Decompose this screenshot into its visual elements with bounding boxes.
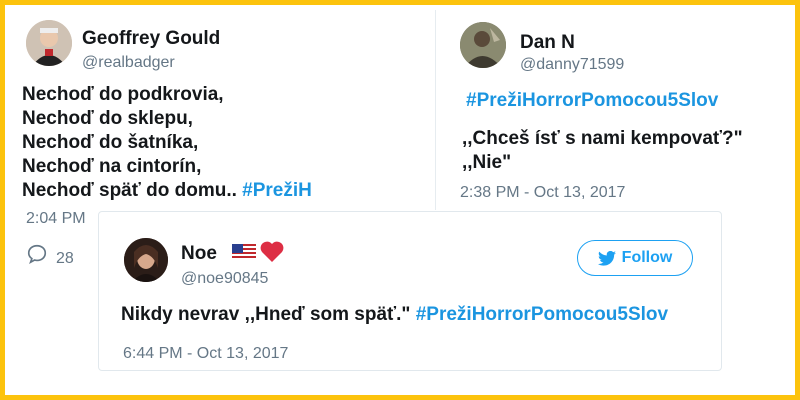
timestamp[interactable]: 2:38 PM - Oct 13, 2017 [460,184,625,202]
tweet-text-line-last: Nechoď späť do domu.. #PrežiH [22,180,312,202]
hashtag-link[interactable]: #PrežiHorrorPomocou5Slov [466,90,718,112]
avatar[interactable] [124,238,168,282]
tweet-text-line: Nechoď na cintorín, [22,156,202,177]
display-name[interactable]: Geoffrey Gould [82,28,220,50]
screenshot-frame: Geoffrey Gould @realbadger Nechoď do pod… [0,0,800,400]
tweet-noe: Noe @noe90845 Follow Nikdy nevrav ,,Hneď… [98,211,722,371]
reply-count: 28 [56,250,74,267]
tweet-text-line: Nechoď do sklepu, [22,108,193,129]
user-handle[interactable]: @realbadger [82,54,175,72]
tweet-dan-n: Dan N @danny71599 #PrežiHorrorPomocou5Sl… [436,10,795,210]
profile-photo-icon [26,20,72,66]
tweet-text-line: Nechoď do šatníka, [22,132,199,153]
tweet-text-line: ,,Chceš ísť s nami kempovať?" [462,128,743,149]
tweet-text: Nechoď späť do domu.. [22,180,237,201]
profile-photo-icon [124,238,168,282]
display-name[interactable]: Dan N [520,32,575,54]
user-handle[interactable]: @noe90845 [181,270,268,288]
follow-label: Follow [621,249,673,266]
twitter-bird-icon [597,250,616,266]
timestamp[interactable]: 2:04 PM [26,210,86,228]
tweet-text-line: Nikdy nevrav ,,Hneď som späť." #PrežiHor… [121,304,668,326]
avatar[interactable] [26,20,72,66]
hashtag-link[interactable]: #PrežiH [242,180,312,201]
hashtag-link[interactable]: #PrežiHorrorPomocou5Slov [416,304,668,325]
us-flag-icon [232,244,256,260]
tweet-text-line: Nechoď do podkrovia, [22,84,224,105]
display-name[interactable]: Noe [181,243,217,265]
reply-icon[interactable] [26,243,48,265]
tweet-text: Nikdy nevrav ,,Hneď som späť." [121,304,411,325]
timestamp[interactable]: 6:44 PM - Oct 13, 2017 [123,345,288,363]
tweet-text-line: ,,Nie" [462,152,512,173]
avatar[interactable] [460,22,506,68]
follow-button[interactable]: Follow [577,240,693,276]
user-handle[interactable]: @danny71599 [520,56,624,74]
red-heart-icon [260,241,284,262]
profile-photo-icon [460,22,506,68]
